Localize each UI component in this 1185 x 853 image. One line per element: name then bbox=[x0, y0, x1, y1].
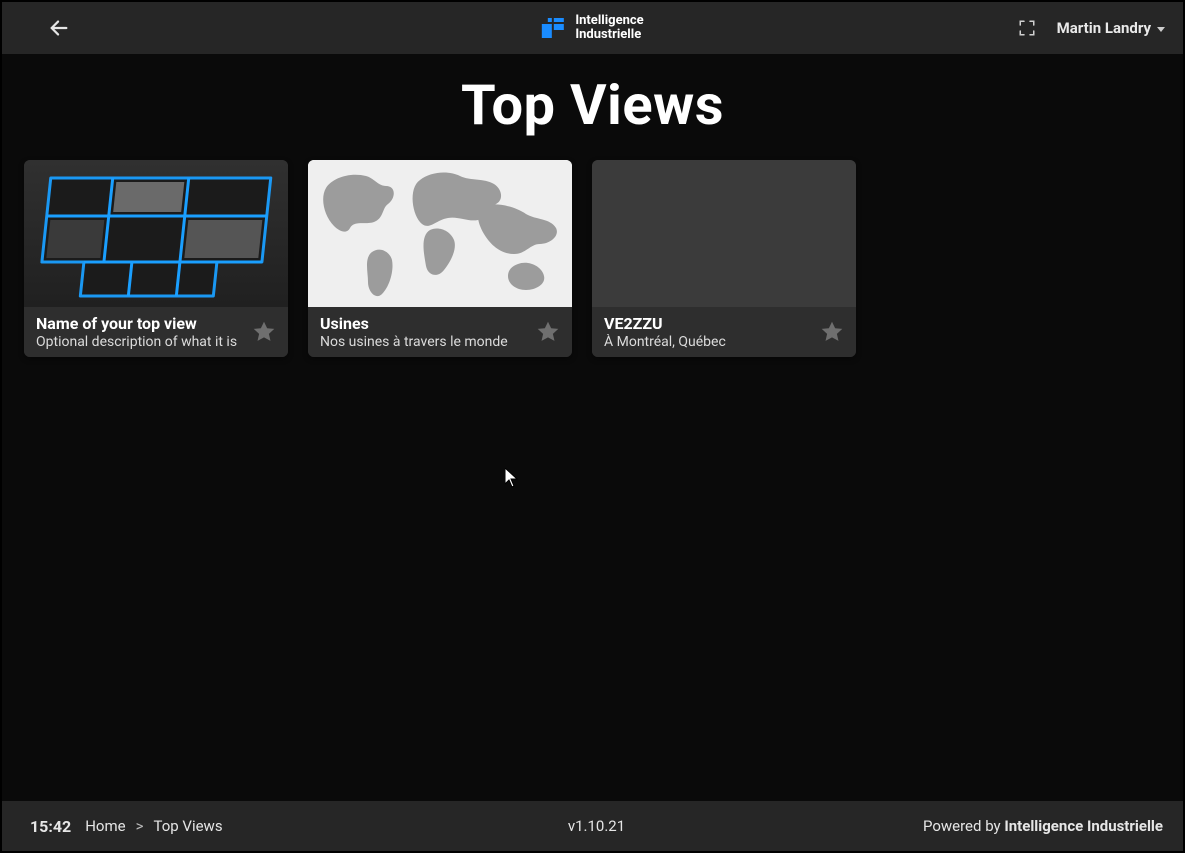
star-icon bbox=[535, 319, 561, 345]
breadcrumb-separator: > bbox=[136, 817, 144, 835]
favorite-button[interactable] bbox=[818, 318, 846, 346]
user-menu[interactable]: Martin Landry bbox=[1057, 19, 1165, 37]
view-card[interactable]: Name of your top view Optional descripti… bbox=[24, 160, 288, 357]
card-thumbnail bbox=[24, 160, 288, 307]
back-button[interactable] bbox=[42, 11, 76, 45]
fullscreen-icon bbox=[1018, 19, 1036, 37]
card-description: Optional description of what it is bbox=[36, 334, 242, 350]
main: Top Views bbox=[2, 54, 1183, 801]
caret-down-icon bbox=[1157, 27, 1165, 32]
breadcrumb: Home > Top Views bbox=[85, 817, 222, 835]
card-thumbnail bbox=[308, 160, 572, 307]
star-icon bbox=[251, 319, 277, 345]
star-icon bbox=[819, 319, 845, 345]
favorite-button[interactable] bbox=[250, 318, 278, 346]
header: Intelligence Industrielle Martin Landry bbox=[2, 2, 1183, 54]
favorite-button[interactable] bbox=[534, 318, 562, 346]
brand[interactable]: Intelligence Industrielle bbox=[541, 14, 643, 41]
cards-grid: Name of your top view Optional descripti… bbox=[2, 160, 1183, 357]
user-name: Martin Landry bbox=[1057, 19, 1151, 37]
version: v1.10.21 bbox=[568, 817, 625, 835]
view-card[interactable]: Usines Nos usines à travers le monde bbox=[308, 160, 572, 357]
footer-time: 15:42 bbox=[30, 817, 71, 836]
powered-by: Powered by Intelligence Industrielle bbox=[923, 817, 1163, 835]
brand-logo-icon bbox=[541, 16, 565, 40]
cursor-icon bbox=[505, 468, 519, 488]
view-card[interactable]: VE2ZZU À Montréal, Québec bbox=[592, 160, 856, 357]
arrow-left-icon bbox=[48, 17, 70, 39]
page-title: Top Views bbox=[2, 72, 1183, 138]
card-description: Nos usines à travers le monde bbox=[320, 334, 526, 350]
card-description: À Montréal, Québec bbox=[604, 334, 810, 350]
card-thumbnail bbox=[592, 160, 856, 307]
card-title: Name of your top view bbox=[36, 314, 242, 333]
card-title: VE2ZZU bbox=[604, 314, 810, 333]
card-title: Usines bbox=[320, 314, 526, 333]
breadcrumb-item[interactable]: Home bbox=[85, 817, 125, 835]
footer: 15:42 Home > Top Views v1.10.21 Powered … bbox=[2, 801, 1183, 851]
fullscreen-button[interactable] bbox=[1015, 16, 1039, 40]
breadcrumb-item[interactable]: Top Views bbox=[153, 817, 222, 835]
brand-text: Intelligence Industrielle bbox=[575, 14, 643, 41]
